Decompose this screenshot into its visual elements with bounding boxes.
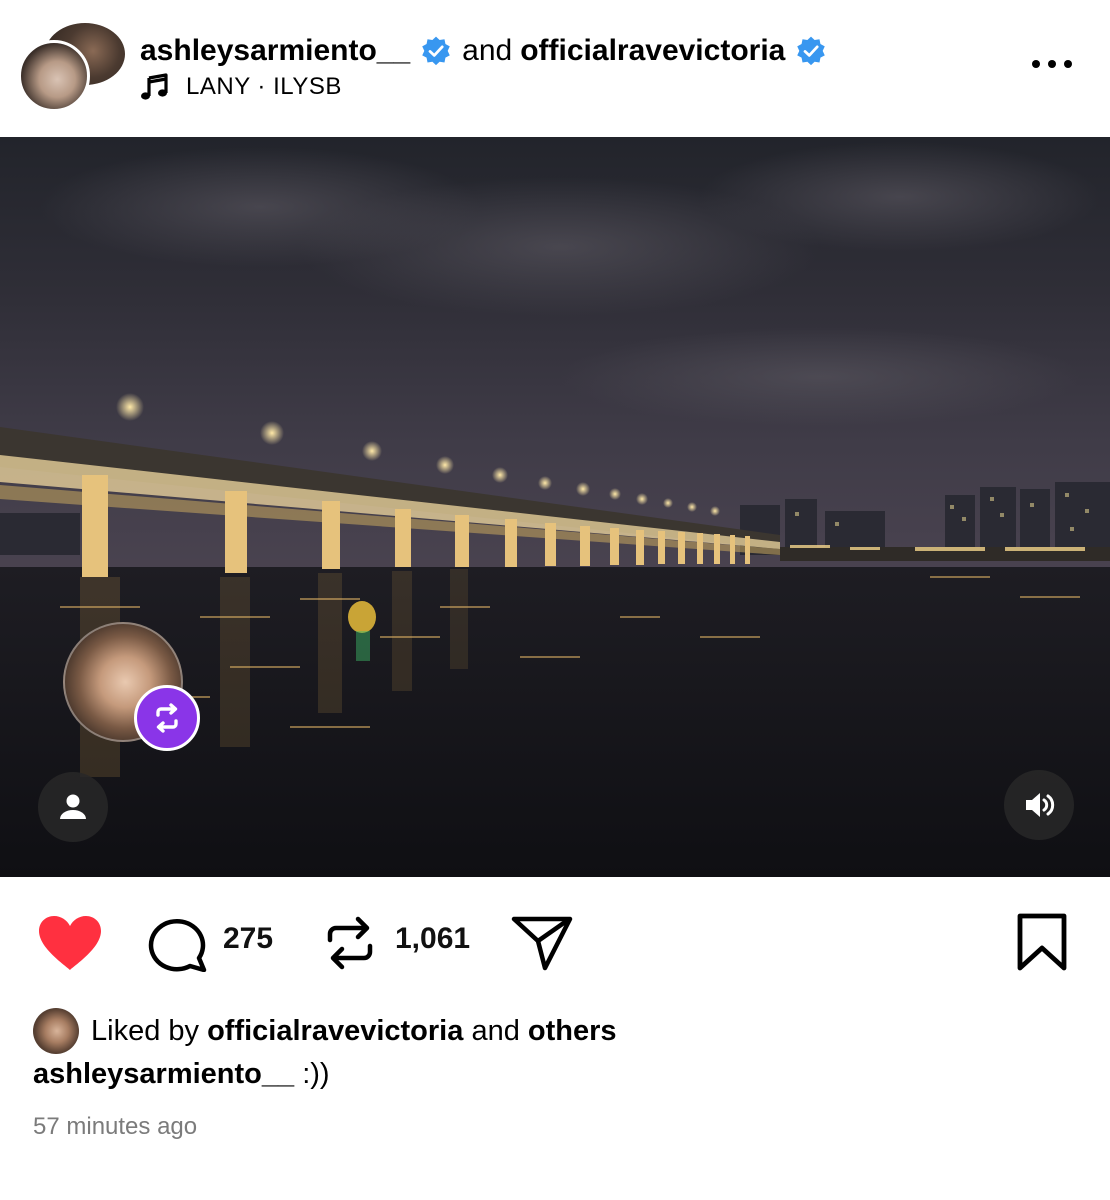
heart-icon[interactable] bbox=[37, 914, 103, 972]
caption: ashleysarmiento__ :)) bbox=[33, 1058, 330, 1091]
person-icon bbox=[60, 794, 86, 819]
tagged-people-button[interactable] bbox=[38, 772, 108, 842]
liked-by-and: and bbox=[471, 1014, 520, 1047]
reposts-count[interactable]: 1,061 bbox=[395, 922, 470, 956]
liker-avatar[interactable] bbox=[33, 1008, 79, 1054]
verified-badge-icon bbox=[422, 36, 450, 66]
collaborator-username[interactable]: officialravevictoria bbox=[520, 34, 785, 68]
liked-by-prefix: Liked by bbox=[91, 1014, 200, 1047]
liked-by-others[interactable]: others bbox=[528, 1015, 617, 1048]
mute-toggle-button[interactable] bbox=[1004, 770, 1074, 840]
music-track-label: LANY · ILYSB bbox=[186, 73, 342, 100]
author-line: ashleysarmiento__ and officialravevictor… bbox=[140, 30, 827, 72]
verified-badge-icon bbox=[797, 36, 826, 66]
and-text: and bbox=[462, 34, 513, 67]
bookmark-icon[interactable] bbox=[1016, 912, 1068, 972]
post-header: ashleysarmiento__ and officialravevictor… bbox=[0, 0, 1110, 136]
comment-icon[interactable] bbox=[146, 914, 208, 972]
repost-badge bbox=[134, 685, 200, 751]
author-username[interactable]: ashleysarmiento__ bbox=[140, 34, 410, 68]
liked-by-row[interactable]: Liked by officialravevictoria and others bbox=[33, 1008, 617, 1054]
more-options-icon[interactable] bbox=[1028, 50, 1076, 78]
music-attribution[interactable]: LANY · ILYSB bbox=[140, 70, 342, 104]
music-note-icon bbox=[141, 73, 168, 100]
post-media[interactable] bbox=[0, 137, 1110, 877]
repost-icon[interactable] bbox=[322, 914, 378, 972]
author-avatar[interactable] bbox=[18, 40, 90, 112]
speaker-icon bbox=[1026, 793, 1055, 817]
action-bar: 275 1,061 bbox=[0, 878, 1110, 998]
night-river-photo bbox=[0, 137, 1110, 877]
collab-avatars[interactable] bbox=[18, 18, 128, 112]
caption-text: :)) bbox=[302, 1058, 330, 1090]
share-icon[interactable] bbox=[510, 914, 574, 972]
caption-username[interactable]: ashleysarmiento__ bbox=[33, 1058, 294, 1090]
repost-icon bbox=[156, 703, 178, 733]
post-timestamp: 57 minutes ago bbox=[33, 1113, 198, 1140]
liked-by-user[interactable]: officialravevictoria bbox=[207, 1015, 463, 1048]
comments-count[interactable]: 275 bbox=[223, 922, 273, 956]
